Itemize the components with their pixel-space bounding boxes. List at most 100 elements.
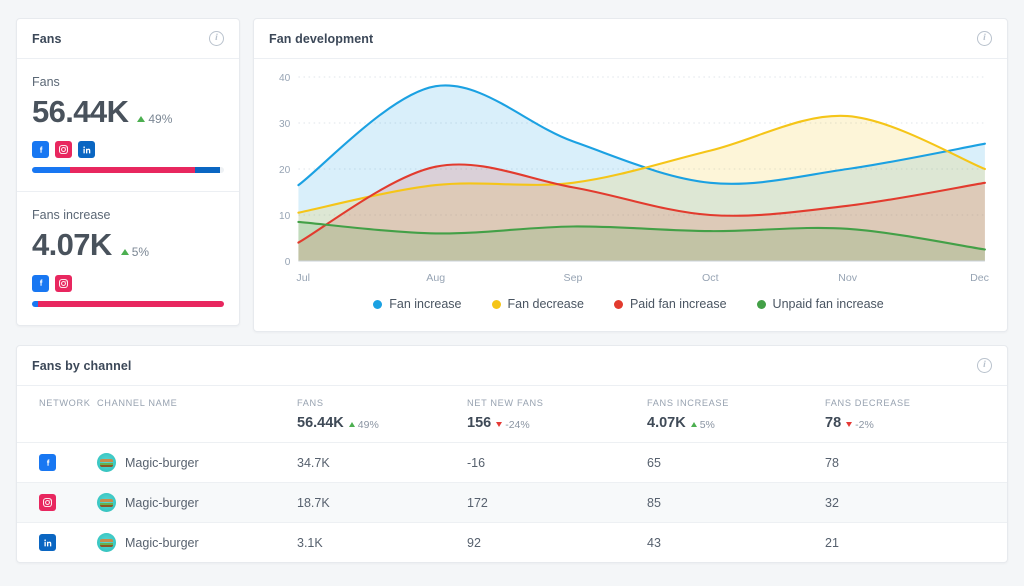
trend-up-icon xyxy=(137,116,146,122)
table-body: Magic-burger 34.7K -16 65 78 Magic-burger 18.7… xyxy=(17,442,1007,562)
cell-fans: 34.7K xyxy=(289,442,459,483)
avatar xyxy=(97,533,116,552)
linkedin-icon xyxy=(78,141,95,159)
avatar xyxy=(97,453,116,472)
bar-segment-instagram xyxy=(37,300,224,307)
legend-label: Unpaid fan increase xyxy=(772,297,884,311)
fans-by-channel-card: Fans by channel i NETWORK CHANNEL NAME FAN… xyxy=(16,345,1008,563)
kpi-value: 56.44K xyxy=(32,94,129,129)
column-header-fans[interactable]: FANS 56.44K 49% xyxy=(289,386,459,443)
fans-by-channel-title: Fans by channel xyxy=(32,358,132,373)
kpi-delta-text: 49% xyxy=(148,112,173,126)
kpi-network-icons xyxy=(32,141,224,159)
column-header-fans-decrease[interactable]: FANS DECREASE 78 -2% xyxy=(817,386,1007,443)
instagram-icon xyxy=(55,141,72,159)
fans-card-column: Fans i Fans 56.44K 49% Fans increase 4.07K 5% xyxy=(16,18,240,326)
legend-dot-icon xyxy=(756,299,766,309)
avatar xyxy=(97,493,116,512)
column-delta: 49% xyxy=(348,419,379,431)
y-tick-label: 0 xyxy=(285,257,291,268)
cell-fans-decrease: 32 xyxy=(817,482,1007,523)
legend-label: Fan decrease xyxy=(507,297,584,311)
column-delta: 5% xyxy=(690,418,715,431)
bar-segment-instagram xyxy=(70,167,196,174)
y-tick-label: 20 xyxy=(279,165,291,176)
fans-card-title: Fans xyxy=(32,31,62,46)
info-icon[interactable]: i xyxy=(977,31,992,46)
column-label: FANS xyxy=(297,398,324,408)
x-tick-label: Oct xyxy=(702,272,719,284)
bar-segment-facebook xyxy=(32,167,71,174)
trend-down-icon xyxy=(496,422,503,427)
legend-label: Paid fan increase xyxy=(629,297,727,311)
x-tick-label: Dec xyxy=(970,272,989,284)
table-row[interactable]: Magic-burger 18.7K 172 85 32 xyxy=(17,482,1007,523)
table-row[interactable]: Magic-burger 34.7K -16 65 78 xyxy=(17,442,1007,483)
column-delta: -2% xyxy=(846,419,874,431)
column-header-channel-name[interactable]: CHANNEL NAME xyxy=(89,386,289,443)
cell-network xyxy=(17,442,89,483)
column-delta-text: -2% xyxy=(855,418,874,431)
fans-by-channel-header: Fans by channel i xyxy=(17,346,1007,386)
trend-up-icon xyxy=(120,249,129,256)
channel-name-label: Magic-burger xyxy=(125,455,199,470)
kpi-distribution-bar xyxy=(32,300,224,307)
chart-legend: Fan increase Fan decrease Paid fan increas… xyxy=(264,291,993,325)
column-label: NETWORK xyxy=(39,398,91,408)
info-icon[interactable]: i xyxy=(977,358,992,373)
legend-dot-icon xyxy=(613,299,623,309)
kpi-delta: 5% xyxy=(120,245,149,259)
cell-channel-name[interactable]: Magic-burger xyxy=(89,442,289,483)
table-row[interactable]: Magic-burger 3.1K 92 43 21 xyxy=(17,522,1007,562)
column-header-net-new-fans[interactable]: NET NEW FANS 156 -24% xyxy=(459,386,639,443)
facebook-icon[interactable] xyxy=(39,454,56,471)
column-label: NET NEW FANS xyxy=(467,398,544,408)
cell-fans-increase: 85 xyxy=(639,482,817,523)
facebook-icon xyxy=(32,274,49,292)
x-tick-label: Nov xyxy=(838,272,858,284)
column-label: FANS DECREASE xyxy=(825,398,911,408)
instagram-icon[interactable] xyxy=(39,494,56,511)
fan-development-card: Fan development i 0 10 20 30 40 Jul Aug Sep Oct N… xyxy=(253,18,1008,332)
y-tick-label: 10 xyxy=(279,211,291,222)
legend-item-fan-decrease[interactable]: Fan decrease xyxy=(491,297,584,311)
fan-development-chart: 0 10 20 30 40 Jul Aug Sep Oct Nov Dec xyxy=(279,73,989,284)
legend-item-unpaid-fan-increase[interactable]: Unpaid fan increase xyxy=(756,297,884,311)
kpi-value-row: 56.44K 49% xyxy=(32,94,224,129)
cell-net-new-fans: 172 xyxy=(459,482,639,523)
kpi-distribution-bar xyxy=(32,167,224,174)
cell-fans-decrease: 21 xyxy=(817,522,1007,562)
cell-channel-name[interactable]: Magic-burger xyxy=(89,522,289,562)
cell-network xyxy=(17,482,89,523)
cell-network xyxy=(17,522,89,562)
linkedin-icon[interactable] xyxy=(39,534,56,551)
fans-card-header: Fans i xyxy=(17,19,239,59)
kpi-value: 4.07K xyxy=(32,227,112,263)
cell-fans-increase: 65 xyxy=(639,442,817,483)
cell-net-new-fans: 92 xyxy=(459,522,639,562)
legend-item-paid-fan-increase[interactable]: Paid fan increase xyxy=(613,297,727,311)
kpi-label: Fans increase xyxy=(32,208,111,223)
kpi-block-1: Fans 56.44K 49% xyxy=(17,59,239,191)
cell-fans-decrease: 78 xyxy=(817,442,1007,483)
kpi-value-row: 4.07K 5% xyxy=(32,227,224,263)
y-tick-label: 40 xyxy=(279,73,291,84)
column-delta-text: 5% xyxy=(699,418,715,431)
facebook-icon xyxy=(32,141,49,159)
x-tick-label: Aug xyxy=(426,272,445,284)
x-tick-label: Sep xyxy=(564,272,583,284)
legend-dot-icon xyxy=(373,299,383,309)
legend-item-fan-increase[interactable]: Fan increase xyxy=(373,297,462,311)
info-icon[interactable]: i xyxy=(209,31,224,46)
cell-channel-name[interactable]: Magic-burger xyxy=(89,482,289,523)
column-header-network[interactable]: NETWORK xyxy=(17,386,91,443)
y-tick-label: 30 xyxy=(279,119,291,130)
column-header-fans-increase[interactable]: FANS INCREASE 4.07K 5% xyxy=(639,386,817,443)
column-total: 78 xyxy=(825,415,842,431)
column-delta-text: -24% xyxy=(505,418,530,431)
fan-development-header: Fan development i xyxy=(254,19,1007,59)
cell-net-new-fans: -16 xyxy=(459,442,639,483)
legend-label: Fan increase xyxy=(389,297,462,311)
chart-area: 0 10 20 30 40 Jul Aug Sep Oct Nov Dec xyxy=(264,69,993,291)
kpi-network-icons xyxy=(32,274,224,292)
